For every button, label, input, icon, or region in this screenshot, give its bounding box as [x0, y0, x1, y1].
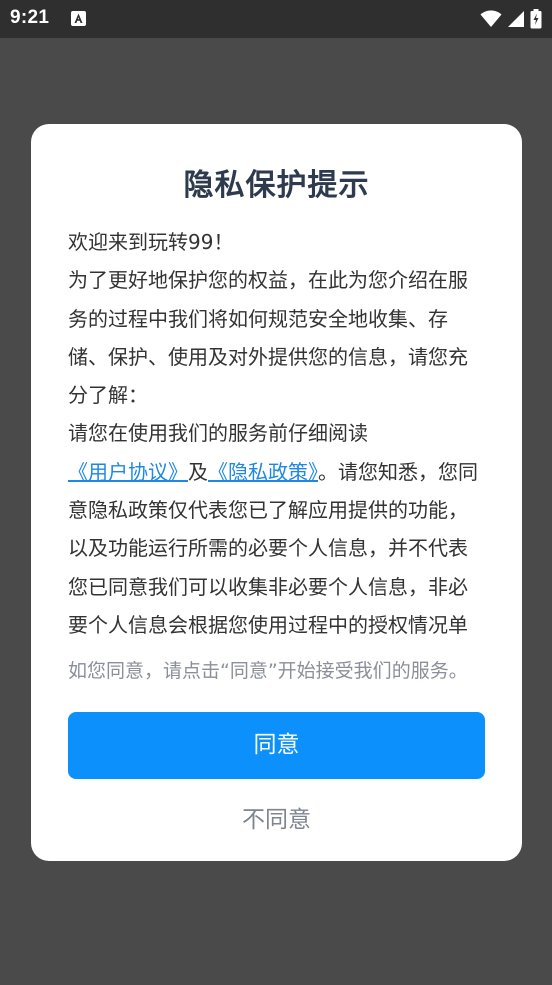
privacy-dialog: 隐私保护提示 欢迎来到玩转99！ 为了更好地保护您的权益，在此为您介绍在服务的过…: [31, 124, 522, 861]
wifi-icon: [480, 10, 502, 28]
consent-hint: 如您同意，请点击“同意”开始接受我们的服务。: [68, 660, 468, 682]
read-suffix-text: 。请您知悉，您同意隐私政策仅代表您已了解应用提供的功能，以及功能运行所需的必要个…: [68, 459, 478, 637]
status-icons: [480, 9, 542, 29]
status-time: 9:21: [10, 7, 50, 28]
cellular-signal-icon: [507, 10, 525, 28]
disagree-button[interactable]: 不同意: [68, 800, 485, 840]
and-text: 及: [188, 459, 208, 484]
battery-charging-icon: [530, 9, 542, 29]
user-agreement-link[interactable]: 《用户协议》: [68, 460, 188, 484]
read-prefix-text: 请您在使用我们的服务前仔细阅读: [68, 421, 368, 446]
welcome-text: 欢迎来到玩转99！: [68, 230, 234, 254]
privacy-policy-link[interactable]: 《隐私政策》: [208, 460, 318, 484]
status-bar: 9:21: [0, 0, 552, 38]
read-notice: 请您在使用我们的服务前仔细阅读《用户协议》及《隐私政策》。请您知悉，您同意隐私政…: [68, 414, 486, 639]
dialog-title: 隐私保护提示: [183, 168, 370, 203]
intro-text: 为了更好地保护您的权益，在此为您介绍在服务的过程中我们将如何规范安全地收集、存储…: [68, 268, 468, 408]
dialog-content[interactable]: 欢迎来到玩转99！ 为了更好地保护您的权益，在此为您介绍在服务的过程中我们将如何…: [68, 223, 486, 639]
agree-button[interactable]: 同意: [68, 712, 485, 779]
a-notification-icon: [71, 11, 86, 26]
